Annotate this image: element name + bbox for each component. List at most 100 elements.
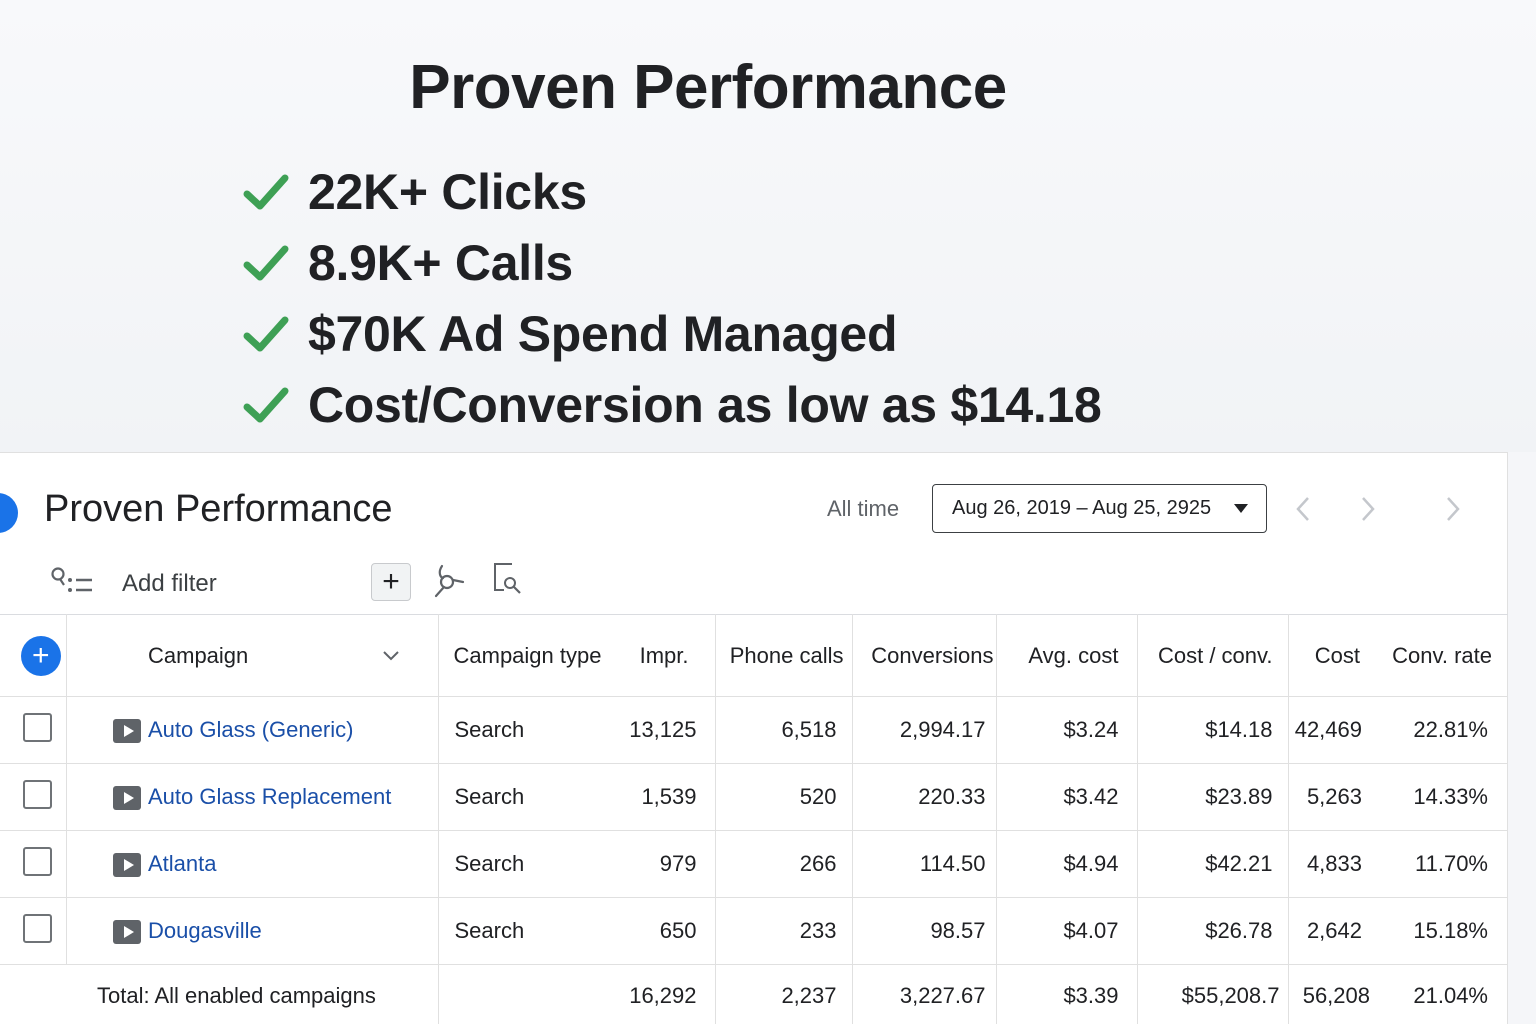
play-icon[interactable]	[113, 786, 142, 810]
campaign-type-cell: Search	[438, 897, 618, 965]
date-range-value: Aug 26, 2019 – Aug 25, 2925	[952, 497, 1212, 519]
impr-cell: 650	[618, 897, 716, 965]
campaign-cell: Auto Glass Replacement	[148, 763, 439, 831]
campaign-cell: Atlanta	[148, 830, 439, 898]
play-icon[interactable]	[113, 853, 142, 877]
status-cell	[66, 830, 148, 898]
cost-per-conv-cell: $42.21	[1137, 830, 1289, 898]
conversions-cell: 114.50	[852, 830, 997, 898]
phone-calls-cell: 233	[715, 897, 853, 965]
conv-rate-cell: 14.33%	[1380, 763, 1508, 831]
campaign-type-header[interactable]: Campaign type	[438, 614, 618, 697]
chevron-left-icon[interactable]	[1290, 494, 1316, 524]
cost-cell: 4,833	[1288, 830, 1380, 898]
impr-cell: 979	[618, 830, 716, 898]
filter-icon[interactable]	[50, 566, 96, 598]
phone-calls-cell: 266	[715, 830, 853, 898]
row-checkbox[interactable]	[23, 846, 53, 876]
campaign-link[interactable]: Atlanta	[148, 851, 217, 876]
avg-cost-cell: $3.42	[996, 763, 1138, 831]
hero-title: Proven Performance	[409, 53, 1007, 122]
avg-cost-header[interactable]: Avg. cost	[996, 614, 1138, 697]
chevron-right-icon[interactable]	[1440, 494, 1466, 524]
avg-cost-cell: $4.94	[996, 830, 1138, 898]
highlight-item: 8.9K+ Calls	[242, 227, 1102, 298]
checkmark-icon	[243, 174, 289, 209]
add-filter-button[interactable]: Add filter	[122, 570, 217, 598]
add-button[interactable]: +	[371, 563, 411, 601]
total-avg-cost-cell: $3.39	[996, 964, 1138, 1024]
dropdown-caret-icon	[1234, 504, 1248, 513]
cost-header[interactable]: Cost	[1288, 614, 1380, 697]
cost-cell: 2,642	[1288, 897, 1380, 965]
campaign-type-cell: Search	[438, 830, 618, 898]
conversions-cell: 98.57	[852, 897, 997, 965]
row-checkbox[interactable]	[23, 779, 53, 809]
total-cost-cell: 56,208	[1302, 982, 1370, 1008]
phone-calls-header[interactable]: Phone calls	[715, 614, 853, 697]
impr-header[interactable]: Impr.	[618, 614, 716, 697]
checkmark-icon	[243, 245, 289, 280]
campaign-link[interactable]: Dougasville	[148, 918, 262, 943]
conv-rate-cell: 11.70%	[1380, 830, 1508, 898]
panel-title: Proven Performance	[44, 488, 393, 530]
segment-icon[interactable]	[428, 562, 466, 600]
highlight-item: 22K+ Clicks	[242, 156, 1102, 227]
campaigns-table: + Campaign Campaign type Impr. Phone cal…	[0, 614, 1508, 1024]
plus-icon: +	[382, 565, 400, 598]
date-range-label: All time	[827, 496, 900, 521]
row-checkbox[interactable]	[23, 712, 53, 742]
phone-calls-cell: 520	[715, 763, 853, 831]
table-header-row: + Campaign Campaign type Impr. Phone cal…	[0, 614, 1508, 697]
avg-cost-cell: $3.24	[996, 696, 1138, 764]
table-row: Dougasville Search 650 233 98.57 $4.07 $…	[0, 897, 1508, 965]
total-type-cell	[438, 965, 618, 1024]
campaign-type-cell: Search	[438, 696, 618, 764]
table-row: Auto Glass (Generic) Search 13,125 6,518…	[0, 696, 1508, 764]
status-cell	[66, 696, 148, 764]
highlight-text: 8.9K+ Calls	[308, 234, 573, 291]
hero-section: Proven Performance 22K+ Clicks 8.9K+ Cal…	[0, 0, 1536, 452]
cost-per-conv-cell: $14.18	[1137, 696, 1289, 764]
play-icon[interactable]	[113, 719, 142, 743]
conv-rate-cell: 22.81%	[1380, 696, 1508, 764]
cost-per-conv-header[interactable]: Cost / conv.	[1137, 614, 1289, 697]
conv-rate-cell: 15.18%	[1380, 897, 1508, 965]
campaign-link[interactable]: Auto Glass Replacement	[148, 784, 391, 809]
highlight-text: 22K+ Clicks	[308, 163, 587, 220]
chevron-right-icon[interactable]	[1355, 494, 1381, 524]
play-icon[interactable]	[113, 920, 142, 944]
row-select-cell	[0, 763, 67, 831]
total-impr-cell: 16,292	[618, 964, 716, 1024]
impr-cell: 13,125	[618, 696, 716, 764]
conversions-header[interactable]: Conversions	[852, 614, 997, 697]
campaign-cell: Dougasville	[148, 897, 439, 965]
highlight-text: Cost/Conversion as low as $14.18	[308, 376, 1102, 433]
status-cell	[66, 897, 148, 965]
cost-per-conv-cell: $26.78	[1137, 897, 1289, 965]
add-campaign-button[interactable]: +	[20, 635, 61, 676]
phone-calls-cell: 6,518	[715, 696, 853, 764]
search-columns-icon[interactable]	[492, 562, 524, 596]
campaign-link[interactable]: Auto Glass (Generic)	[148, 717, 353, 742]
total-conv-rate-cell: 21.04%	[1413, 982, 1488, 1008]
row-select-cell	[0, 897, 67, 965]
cost-cell: 5,263	[1288, 763, 1380, 831]
total-label: Total: All enabled campaigns	[0, 964, 439, 1024]
checkmark-icon	[243, 387, 289, 422]
status-cell	[66, 763, 148, 831]
checkmark-icon	[243, 316, 289, 351]
cost-per-conv-cell: $23.89	[1137, 763, 1289, 831]
row-checkbox[interactable]	[23, 913, 53, 943]
conversions-cell: 2,994.17	[852, 696, 997, 764]
add-campaign-cell: +	[0, 614, 67, 697]
chevron-down-icon[interactable]	[382, 650, 400, 662]
conversions-cell: 220.33	[852, 763, 997, 831]
date-range-selector[interactable]: Aug 26, 2019 – Aug 25, 2925	[932, 484, 1267, 533]
campaign-header[interactable]: Campaign	[148, 614, 439, 697]
row-select-cell	[0, 830, 67, 898]
row-select-cell	[0, 696, 67, 764]
conv-rate-header[interactable]: Conv. rate	[1380, 614, 1508, 697]
highlight-item: $70K Ad Spend Managed	[242, 298, 1102, 369]
highlights-list: 22K+ Clicks 8.9K+ Calls $70K Ad Spend Ma…	[242, 156, 1102, 440]
